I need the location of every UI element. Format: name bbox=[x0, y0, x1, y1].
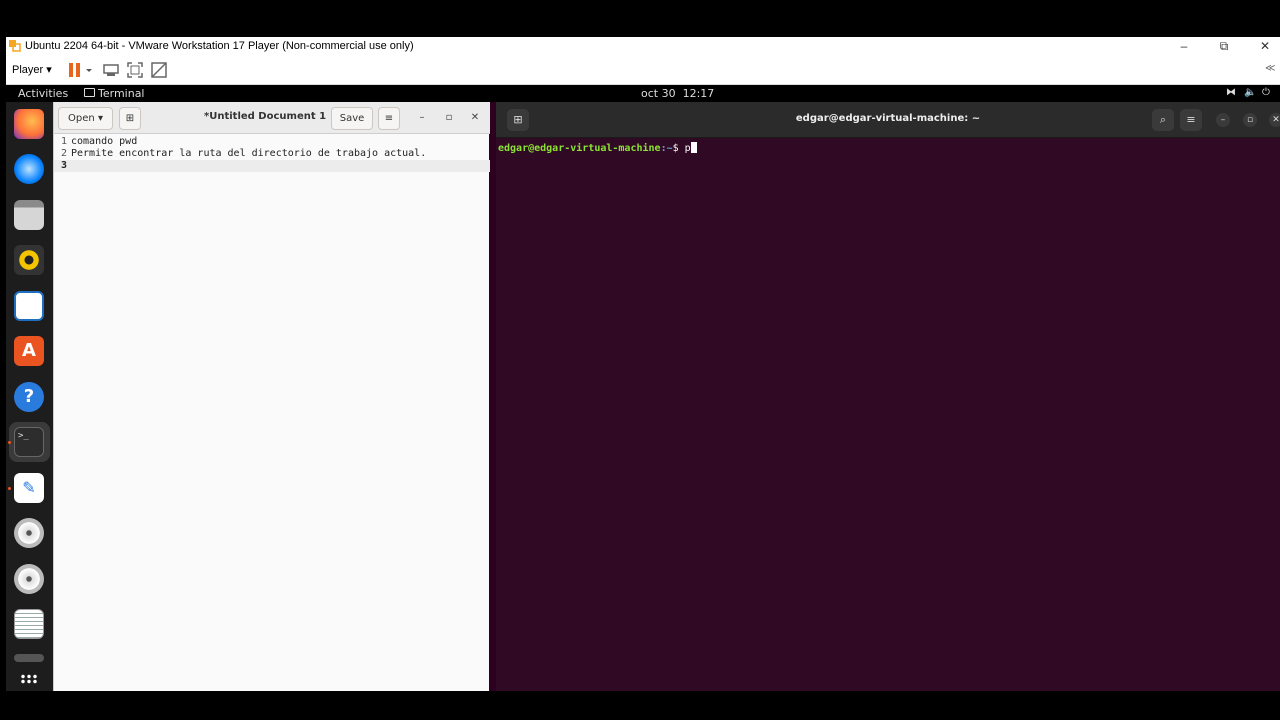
minimize-icon[interactable]: – bbox=[1216, 113, 1230, 127]
expand-icon[interactable]: ≪ bbox=[1265, 63, 1275, 74]
new-tab-button[interactable]: ⊞ bbox=[119, 107, 141, 130]
thunderbird-icon[interactable] bbox=[14, 154, 44, 184]
menu-button[interactable]: ≡ bbox=[1180, 109, 1202, 131]
line-text[interactable]: comando pwd bbox=[71, 136, 137, 148]
vmware-logo-icon bbox=[9, 40, 21, 52]
search-button[interactable]: ⌕ bbox=[1152, 109, 1174, 131]
minimize-button[interactable]: – bbox=[1174, 38, 1194, 54]
hamburger-icon: ≡ bbox=[384, 113, 394, 124]
vmware-toolbar: Player ▾ ≪ bbox=[6, 55, 1280, 85]
vmware-titlebar: Ubuntu 2204 64-bit - VMware Workstation … bbox=[6, 37, 1280, 55]
player-menu[interactable]: Player ▾ bbox=[12, 63, 52, 76]
libreoffice-writer-icon[interactable] bbox=[14, 291, 44, 321]
menu-button[interactable]: ≡ bbox=[378, 107, 400, 130]
save-button[interactable]: Save bbox=[331, 107, 373, 130]
player-menu-label: Player bbox=[12, 64, 44, 76]
chevron-down-icon[interactable] bbox=[84, 61, 94, 79]
send-ctrl-alt-del-icon[interactable] bbox=[102, 61, 120, 79]
pause-icon[interactable] bbox=[66, 61, 84, 79]
open-label: Open bbox=[68, 113, 95, 124]
minimize-icon[interactable]: – bbox=[415, 111, 429, 125]
fullscreen-icon[interactable] bbox=[126, 61, 144, 79]
document-title: *Untitled Document 1 bbox=[204, 111, 327, 122]
line-number: 2 bbox=[61, 148, 68, 159]
restore-button[interactable]: ⧉ bbox=[1214, 38, 1234, 54]
chevron-down-icon: ▾ bbox=[46, 64, 52, 76]
chevron-down-icon: ▾ bbox=[97, 113, 103, 124]
new-document-icon: ⊞ bbox=[125, 113, 135, 124]
close-button[interactable]: ✕ bbox=[1255, 38, 1275, 54]
editor-line[interactable]: 2 Permite encontrar la ruta del directori… bbox=[54, 148, 490, 160]
line-number: 1 bbox=[61, 136, 68, 147]
disc-icon[interactable] bbox=[14, 564, 44, 594]
text-editor-icon[interactable]: ✎ bbox=[14, 473, 44, 503]
maximize-icon[interactable]: ▫ bbox=[1243, 113, 1257, 127]
close-icon[interactable]: ✕ bbox=[1269, 113, 1280, 127]
firefox-icon[interactable] bbox=[14, 109, 44, 139]
prompt-symbol: $ bbox=[672, 143, 685, 154]
terminal-window: ⊞ edgar@edgar-virtual-machine: ~ ⌕ ≡ – ▫… bbox=[496, 102, 1280, 691]
search-icon: ⌕ bbox=[1159, 113, 1167, 126]
terminal-headerbar: ⊞ edgar@edgar-virtual-machine: ~ ⌕ ≡ – ▫… bbox=[496, 102, 1280, 138]
help-icon[interactable]: ? bbox=[14, 382, 44, 412]
dock-item-partial[interactable] bbox=[14, 654, 44, 662]
running-indicator bbox=[8, 487, 11, 490]
open-button[interactable]: Open ▾ bbox=[58, 107, 113, 130]
running-indicator bbox=[8, 441, 11, 444]
clock[interactable]: oct 30 12:17 bbox=[641, 87, 714, 100]
text-cursor bbox=[690, 142, 697, 153]
text-editor-headerbar: Open ▾ ⊞ *Untitled Document 1 Save ≡ – ▫… bbox=[54, 102, 490, 134]
document-icon[interactable] bbox=[14, 609, 44, 639]
terminal-prompt-line[interactable]: edgar@edgar-virtual-machine:~$ p bbox=[498, 142, 697, 154]
vmware-window: Ubuntu 2204 64-bit - VMware Workstation … bbox=[6, 37, 1280, 691]
line-text[interactable]: Permite encontrar la ruta del directorio… bbox=[71, 148, 426, 160]
network-icon[interactable]: ⧓ bbox=[1226, 87, 1236, 98]
dock: A ? >_ ✎ bbox=[6, 102, 53, 691]
show-apps-icon[interactable] bbox=[20, 674, 38, 684]
activities-button[interactable]: Activities bbox=[18, 87, 68, 100]
prompt-path: :~ bbox=[660, 143, 673, 154]
close-icon[interactable]: ✕ bbox=[468, 111, 482, 125]
vmware-title: Ubuntu 2204 64-bit - VMware Workstation … bbox=[25, 40, 414, 52]
power-icon[interactable]: ⏻ bbox=[1262, 87, 1270, 98]
files-icon[interactable] bbox=[14, 200, 44, 230]
volume-icon[interactable]: 🔈 bbox=[1244, 87, 1256, 98]
prompt-user: edgar@edgar-virtual-machine bbox=[498, 143, 661, 154]
ubuntu-desktop: Activities Terminal oct 30 12:17 ⧓ 🔈 ⏻ A… bbox=[6, 85, 1280, 691]
terminal-app-icon bbox=[84, 88, 95, 97]
active-app-label[interactable]: Terminal bbox=[98, 87, 145, 100]
editor-line[interactable]: 1 comando pwd bbox=[54, 136, 490, 148]
hamburger-icon: ≡ bbox=[1186, 113, 1196, 126]
maximize-icon[interactable]: ▫ bbox=[442, 111, 456, 125]
line-number: 3 bbox=[61, 160, 68, 171]
unity-icon[interactable] bbox=[150, 61, 168, 79]
top-bar: Activities Terminal oct 30 12:17 ⧓ 🔈 ⏻ bbox=[6, 85, 1280, 102]
app-center-icon[interactable]: A bbox=[14, 336, 44, 366]
current-line[interactable]: 3 bbox=[54, 160, 490, 172]
disc-icon[interactable] bbox=[14, 518, 44, 548]
terminal-icon[interactable]: >_ bbox=[14, 427, 44, 457]
text-editor-window: Open ▾ ⊞ *Untitled Document 1 Save ≡ – ▫… bbox=[53, 102, 490, 691]
text-editor-body[interactable]: 1 comando pwd 2 Permite encontrar la ruta … bbox=[54, 135, 490, 691]
rhythmbox-icon[interactable] bbox=[14, 245, 44, 275]
